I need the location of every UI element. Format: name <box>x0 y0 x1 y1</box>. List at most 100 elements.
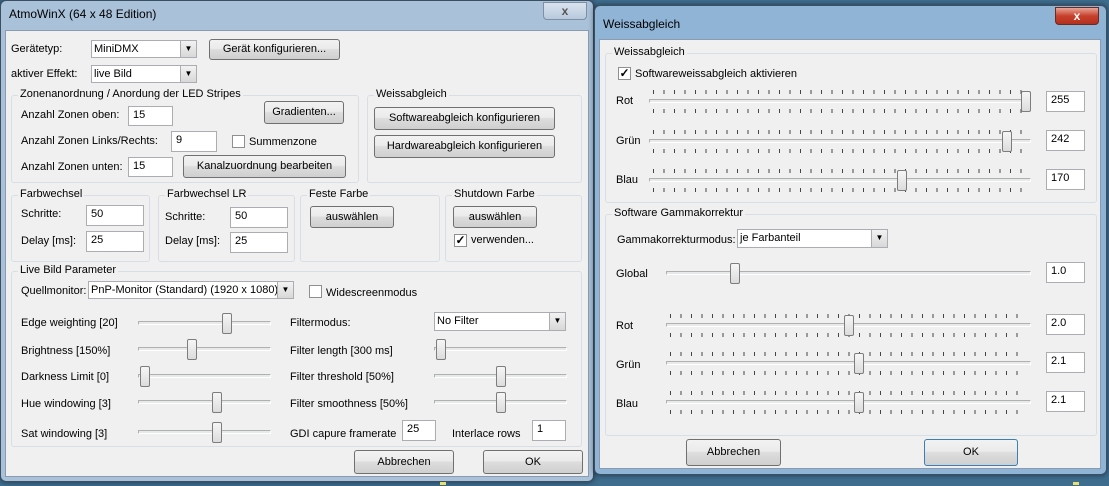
rot-slider[interactable] <box>649 86 1031 116</box>
slider-thumb[interactable] <box>212 422 222 443</box>
geraetetyp-label: Gerätetyp: <box>11 43 63 55</box>
slider-thumb[interactable] <box>187 339 197 360</box>
farbwechsel-schritte-input[interactable]: 50 <box>86 205 144 226</box>
filtermodus-select[interactable]: No Filter ▼ <box>434 312 566 331</box>
filter-smoothness-label: Filter smoothness [50%] <box>290 398 408 410</box>
sat-windowing-slider[interactable] <box>138 420 271 444</box>
check-icon: ✓ <box>455 233 466 247</box>
filter-length-label: Filter length [300 ms] <box>290 345 393 357</box>
gamma-rot-value[interactable]: 2.0 <box>1046 314 1085 335</box>
rot-value[interactable]: 255 <box>1046 91 1085 112</box>
farbwechsel-delay-input[interactable]: 25 <box>86 231 144 252</box>
farbwechsel-lr-delay-label: Delay [ms]: <box>165 235 221 247</box>
slider-thumb[interactable] <box>222 313 232 334</box>
geraetetyp-value: MiniDMX <box>94 43 139 55</box>
slider-thumb[interactable] <box>897 170 907 191</box>
blau-value[interactable]: 170 <box>1046 169 1085 190</box>
weissabgleich-titlebar[interactable]: Weissabgleich x <box>595 6 1106 32</box>
slider-thumb[interactable] <box>844 315 854 336</box>
zonen-oben-input[interactable]: 15 <box>128 106 173 126</box>
farbwechsel-group-title: Farbwechsel <box>18 188 85 200</box>
chevron-down-icon[interactable]: ▼ <box>180 66 196 82</box>
tick-marks <box>653 90 1027 94</box>
gamma-blau-value[interactable]: 2.1 <box>1046 391 1085 412</box>
gamma-gruen-slider[interactable] <box>666 348 1031 378</box>
farbwechsel-lr-delay-input[interactable]: 25 <box>230 232 288 253</box>
slider-thumb[interactable] <box>496 366 506 387</box>
ok-button[interactable]: OK <box>483 450 583 474</box>
hue-windowing-slider[interactable] <box>138 390 271 414</box>
global-slider[interactable] <box>666 261 1031 285</box>
zonen-unten-input[interactable]: 15 <box>128 157 173 177</box>
gamma-gruen-value[interactable]: 2.1 <box>1046 352 1085 373</box>
quellmonitor-select[interactable]: PnP-Monitor (Standard) (1920 x 1080) ▼ <box>88 281 294 299</box>
zonen-group-title: Zonenanordnung / Anordung der LED Stripe… <box>18 88 243 100</box>
hardwareabgleich-button[interactable]: Hardwareabgleich konfigurieren <box>374 135 555 158</box>
farbwechsel-lr-schritte-input[interactable]: 50 <box>230 207 288 228</box>
gamma-blau-slider[interactable] <box>666 387 1031 417</box>
interlace-rows-input[interactable]: 1 <box>532 420 566 441</box>
farbwechsel-lr-schritte-label: Schritte: <box>165 211 206 223</box>
gamma-mode-select[interactable]: je Farbanteil ▼ <box>737 229 888 248</box>
gdi-framerate-label: GDI capure framerate <box>290 428 397 440</box>
slider-track <box>138 430 271 434</box>
sat-windowing-label: Sat windowing [3] <box>21 428 108 440</box>
kanalzuordnung-button[interactable]: Kanalzuordnung bearbeiten <box>183 155 346 178</box>
chevron-down-icon[interactable]: ▼ <box>549 313 565 330</box>
filter-threshold-slider[interactable] <box>434 364 567 388</box>
gdi-framerate-input[interactable]: 25 <box>402 420 436 441</box>
slider-thumb[interactable] <box>140 366 150 387</box>
summenzone-checkbox[interactable] <box>232 135 245 148</box>
abbrechen-button[interactable]: Abbrechen <box>686 439 781 466</box>
gradienten-button[interactable]: Gradienten... <box>264 101 344 124</box>
taskbar-indicator <box>440 482 446 485</box>
window-title: Weissabgleich <box>603 17 681 31</box>
softwareabgleich-button[interactable]: Softwareabgleich konfigurieren <box>374 107 555 130</box>
chevron-down-icon[interactable]: ▼ <box>277 282 293 298</box>
feste-farbe-auswaehlen-button[interactable]: auswählen <box>310 206 394 228</box>
global-value[interactable]: 1.0 <box>1046 262 1085 283</box>
slider-thumb[interactable] <box>730 263 740 284</box>
softwareweissabgleich-checkbox[interactable]: ✓ <box>618 67 631 80</box>
shutdown-auswaehlen-button[interactable]: auswählen <box>453 206 537 228</box>
verwenden-checkbox[interactable]: ✓ <box>454 234 467 247</box>
slider-thumb[interactable] <box>854 353 864 374</box>
edge-weighting-slider[interactable] <box>138 311 271 335</box>
ok-button[interactable]: OK <box>924 439 1018 466</box>
blau-slider[interactable] <box>649 165 1031 195</box>
geraetetyp-select[interactable]: MiniDMX ▼ <box>91 40 197 58</box>
gruen-slider[interactable] <box>649 126 1031 156</box>
filter-smoothness-slider[interactable] <box>434 390 567 414</box>
slider-thumb[interactable] <box>496 392 506 413</box>
chevron-down-icon[interactable]: ▼ <box>180 41 196 57</box>
filter-length-slider[interactable] <box>434 337 567 361</box>
brightness-slider[interactable] <box>138 337 271 361</box>
tick-marks <box>670 371 1027 375</box>
close-button[interactable]: x <box>543 2 587 20</box>
atmowin-titlebar[interactable]: AtmoWinX (64 x 48 Edition) x <box>1 1 593 27</box>
darkness-slider[interactable] <box>138 364 271 388</box>
slider-thumb[interactable] <box>1021 91 1031 112</box>
slider-thumb[interactable] <box>854 392 864 413</box>
slider-thumb[interactable] <box>212 392 222 413</box>
window-title: AtmoWinX (64 x 48 Edition) <box>9 7 157 21</box>
gruen-label: Grün <box>616 135 641 147</box>
slider-track <box>649 139 1031 143</box>
close-button[interactable]: x <box>1055 7 1099 25</box>
verwenden-label: verwenden... <box>471 234 534 246</box>
effekt-label: aktiver Effekt: <box>11 68 78 80</box>
zonen-links-input[interactable]: 9 <box>171 131 217 152</box>
gruen-value[interactable]: 242 <box>1046 130 1085 151</box>
blau-label: Blau <box>616 174 639 186</box>
widescreen-checkbox[interactable] <box>309 285 322 298</box>
chevron-down-icon[interactable]: ▼ <box>871 230 887 247</box>
effekt-select[interactable]: live Bild ▼ <box>91 65 197 83</box>
slider-thumb[interactable] <box>436 339 446 360</box>
abbrechen-button[interactable]: Abbrechen <box>354 450 454 474</box>
geraet-konfigurieren-button[interactable]: Gerät konfigurieren... <box>209 39 340 60</box>
filtermodus-value: No Filter <box>437 315 479 327</box>
weissabgleich-client: Weissabgleich ✓ Softwareweissabgleich ak… <box>599 39 1101 469</box>
tick-marks <box>670 391 1027 395</box>
slider-thumb[interactable] <box>1002 131 1012 152</box>
gamma-rot-slider[interactable] <box>666 310 1031 340</box>
